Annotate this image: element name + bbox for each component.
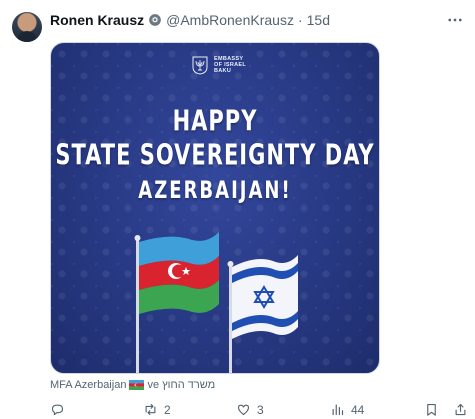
- post-time[interactable]: 15d: [307, 12, 330, 28]
- retweet-icon: [145, 403, 156, 416]
- flags-illustration: [134, 232, 298, 373]
- bookmark-icon: [427, 403, 436, 416]
- separator-dot: ·: [297, 12, 303, 28]
- israel-flag: [227, 255, 298, 373]
- share-icon: [455, 403, 466, 416]
- caption-ve: ve: [147, 379, 160, 391]
- caption-mfa-israel[interactable]: משרד החוץ: [162, 379, 215, 391]
- tweet: Ronen Krausz @AmbRonenKrausz · 15d EMBAS…: [0, 0, 475, 419]
- avatar[interactable]: [12, 12, 42, 42]
- views-count: 44: [351, 402, 365, 417]
- author-name[interactable]: Ronen Krausz: [50, 12, 144, 28]
- more-options-icon[interactable]: [443, 8, 467, 32]
- like-button[interactable]: 3: [236, 402, 264, 417]
- author-handle[interactable]: @AmbRonenKrausz: [166, 12, 294, 28]
- post-image[interactable]: EMBASSY OF ISRAEL BAKU HAPPY STATE SOVER…: [50, 42, 380, 374]
- bookmark-button[interactable]: [424, 402, 439, 417]
- retweet-count: 2: [164, 402, 171, 417]
- heart-icon: [237, 404, 250, 416]
- azerbaijan-flag: [134, 232, 219, 373]
- reply-button[interactable]: [50, 402, 71, 417]
- like-count: 3: [257, 402, 264, 417]
- views-button[interactable]: 44: [330, 402, 364, 417]
- action-bar: 2 3 44: [50, 400, 470, 419]
- caption-mfa-azerbaijan[interactable]: MFA Azerbaijan: [50, 379, 126, 391]
- reply-icon: [51, 404, 64, 416]
- azerbaijan-flag-icon: [129, 380, 145, 390]
- image-caption: MFA Azerbaijan ve משרד החוץ: [50, 377, 215, 393]
- verified-badge-icon: [148, 13, 162, 27]
- views-chart-icon: [332, 404, 344, 416]
- share-button[interactable]: [453, 402, 468, 417]
- tweet-header: Ronen Krausz @AmbRonenKrausz · 15d: [50, 10, 330, 30]
- retweet-button[interactable]: 2: [143, 402, 171, 417]
